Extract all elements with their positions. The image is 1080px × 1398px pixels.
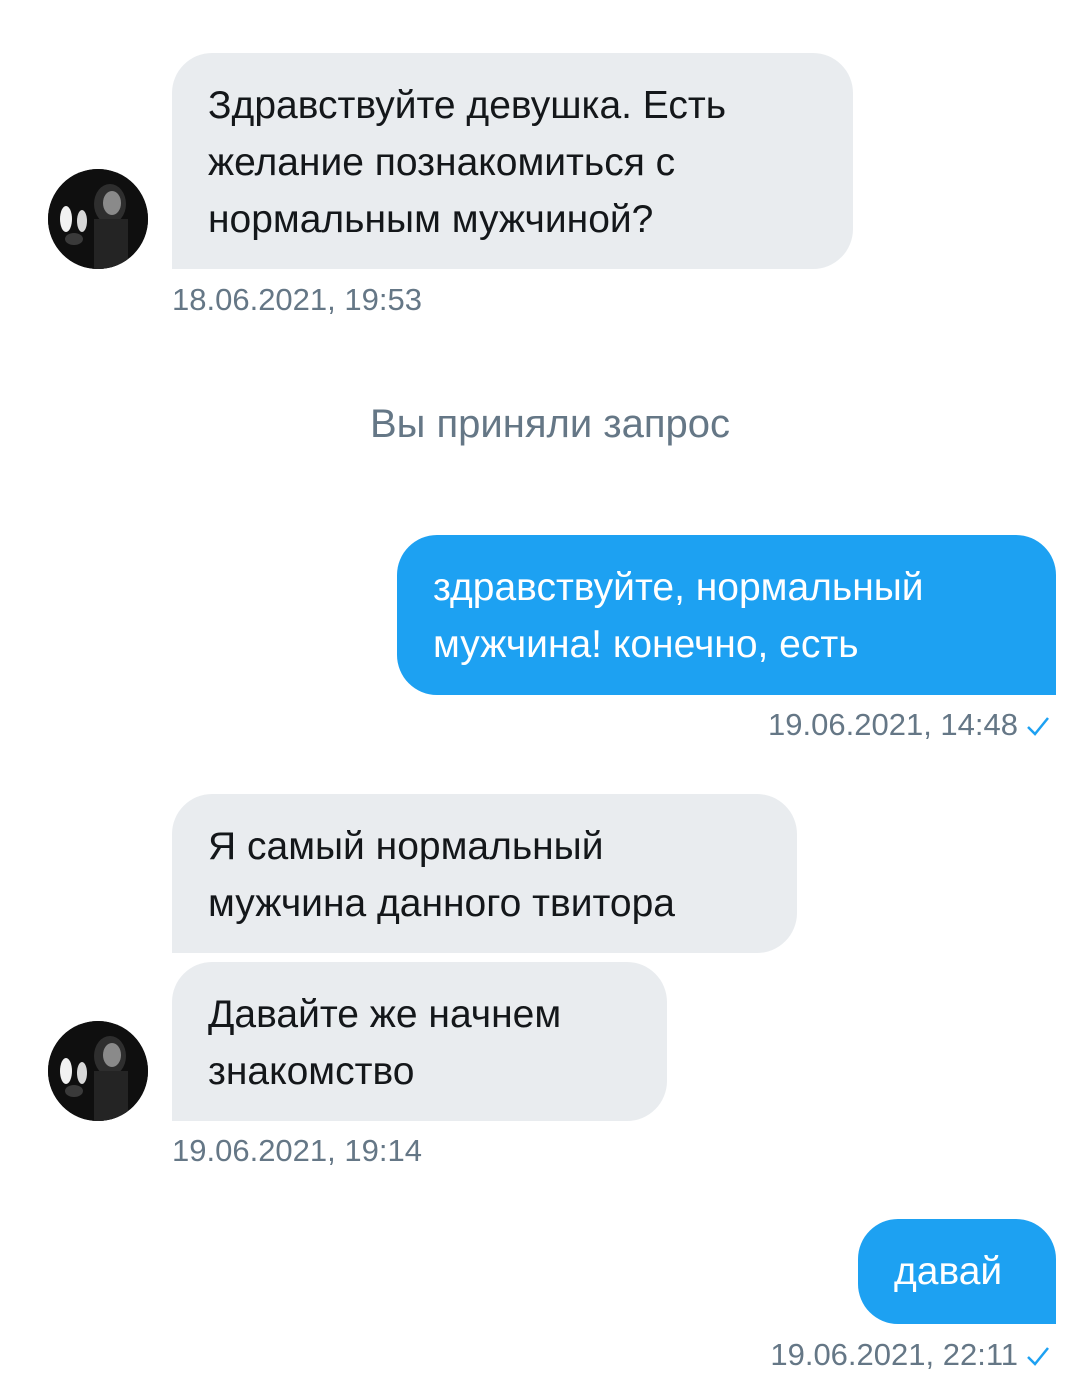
message-timestamp-row: 19.06.2021, 22:11 [770, 1337, 1050, 1375]
message-bubble-outgoing[interactable]: здравствуйте, нормальный мужчина! конечн… [397, 535, 1056, 695]
message-bubble-incoming[interactable]: Здравствуйте девушка. Есть желание позна… [172, 53, 853, 269]
message-bubble-outgoing[interactable]: давай [858, 1219, 1056, 1324]
user-avatar-icon [48, 169, 148, 269]
checkmark-icon [1026, 709, 1050, 745]
message-timestamp: 19.06.2021, 22:11 [770, 1337, 1018, 1372]
message-timestamp: 19.06.2021, 14:48 [768, 707, 1018, 742]
message-timestamp: 19.06.2021, 19:14 [172, 1133, 422, 1168]
user-avatar-icon [48, 1021, 148, 1121]
message-timestamp-row: 19.06.2021, 14:48 [768, 707, 1050, 745]
message-timestamp: 18.06.2021, 19:53 [172, 282, 422, 317]
sender-avatar[interactable] [48, 1021, 148, 1121]
message-bubble-incoming[interactable]: Давайте же начнем знакомство [172, 962, 667, 1121]
request-accepted-notice: Вы приняли запрос [369, 402, 731, 446]
sender-avatar[interactable] [48, 169, 148, 269]
checkmark-icon [1026, 1339, 1050, 1375]
message-bubble-incoming[interactable]: Я самый нормальный мужчина данного твито… [172, 794, 797, 953]
